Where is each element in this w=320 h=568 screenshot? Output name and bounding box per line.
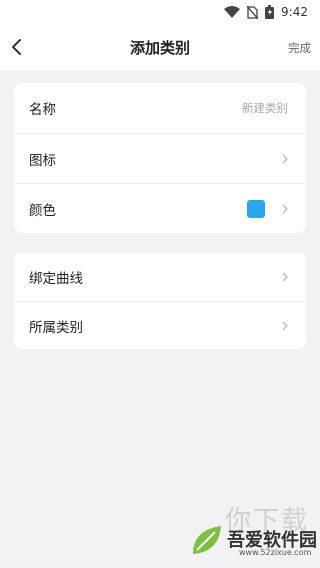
icon-label: 图标 <box>29 152 56 169</box>
color-row[interactable]: 颜色 <box>14 183 306 233</box>
battery-icon <box>265 5 275 19</box>
icon-row[interactable]: 图标 <box>14 133 306 183</box>
wifi-icon <box>224 6 241 18</box>
chevron-right-icon <box>282 321 288 330</box>
screen: 9:42 添加类别 完成 名称 新建类别 图标 颜色 绑定曲线 所属类别 你下载… <box>0 0 320 568</box>
status-bar: 9:42 <box>0 0 320 24</box>
parent-category-label: 所属类别 <box>29 319 83 336</box>
parent-category-row[interactable]: 所属类别 <box>14 301 306 349</box>
category-link-card: 绑定曲线 所属类别 <box>14 253 306 349</box>
watermark-url: www.52zixue.com <box>239 548 312 557</box>
done-button[interactable]: 完成 <box>288 40 311 56</box>
color-swatch[interactable] <box>247 199 265 218</box>
chevron-right-icon <box>282 154 288 163</box>
category-details-card: 名称 新建类别 图标 颜色 <box>14 83 306 233</box>
page-title: 添加类别 <box>129 39 190 57</box>
name-label: 名称 <box>29 102 56 118</box>
status-time: 9:42 <box>281 5 308 19</box>
bind-curve-label: 绑定曲线 <box>29 271 83 287</box>
color-label: 颜色 <box>29 202 56 219</box>
leaf-logo-icon <box>193 526 221 554</box>
name-input[interactable]: 新建类别 <box>242 100 288 116</box>
header: 添加类别 完成 <box>0 24 320 70</box>
chevron-right-icon <box>282 272 288 282</box>
watermark: 你下载 吾爱软件园 www.52zixue.com <box>187 500 317 562</box>
no-sim-icon <box>247 5 259 19</box>
chevron-right-icon <box>282 204 288 213</box>
name-row[interactable]: 名称 新建类别 <box>14 83 306 133</box>
bind-curve-row[interactable]: 绑定曲线 <box>14 253 306 301</box>
